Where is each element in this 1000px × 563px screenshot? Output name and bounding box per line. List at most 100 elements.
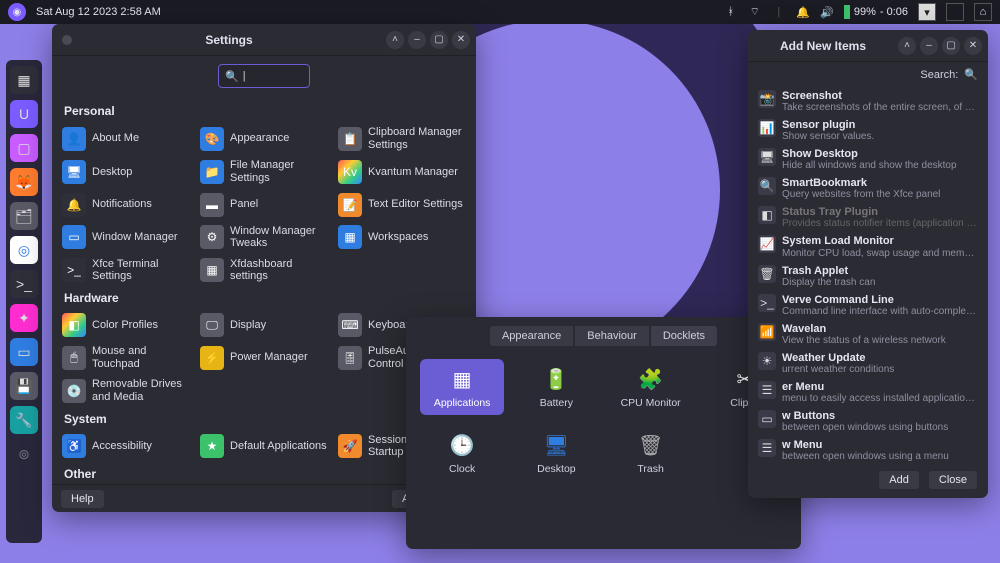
- settings-item[interactable]: 🖵Display: [200, 311, 328, 339]
- dock-trash-icon[interactable]: ⊚: [10, 440, 38, 468]
- settings-item[interactable]: 📋Clipboard Manager Settings: [338, 124, 466, 153]
- docklet-clock[interactable]: 🕒Clock: [420, 425, 504, 481]
- panel-plugin-item[interactable]: ☰er Menumenu to easily access installed …: [754, 378, 984, 407]
- panel-plugin-item[interactable]: ◧Status Tray PluginProvides status notif…: [754, 203, 984, 232]
- plugin-icon: >_: [758, 294, 776, 312]
- workspaces-icon: ▦: [338, 225, 362, 249]
- docklet-applications[interactable]: ▦Applications: [420, 359, 504, 415]
- settings-item[interactable]: ⚡Power Manager: [200, 343, 328, 372]
- dock-settings-icon[interactable]: 🔧: [10, 406, 38, 434]
- settings-item[interactable]: 📝Text Editor Settings: [338, 191, 466, 219]
- search-icon[interactable]: 🔍: [964, 68, 978, 81]
- panel-plugin-item[interactable]: >_Verve Command LineCommand line interfa…: [754, 291, 984, 320]
- docklet-label: Clock: [449, 463, 475, 475]
- tab-behaviour[interactable]: Behaviour: [574, 325, 650, 347]
- close-button[interactable]: ✕: [964, 37, 982, 55]
- dock-workspaces-icon[interactable]: ▦: [10, 66, 38, 94]
- volume-icon[interactable]: 🔊: [820, 5, 834, 19]
- settings-item-label: Clipboard Manager Settings: [368, 126, 466, 151]
- panel-plugin-item[interactable]: 📈System Load MonitorMonitor CPU load, sw…: [754, 232, 984, 261]
- settings-titlebar[interactable]: Settings ˄ – ▢ ✕: [52, 24, 476, 56]
- dock-app-icon-3[interactable]: ✦: [10, 304, 38, 332]
- xfce-terminal-settings-icon: >_: [62, 258, 86, 282]
- panel-plugin-item[interactable]: 🗑Trash AppletDisplay the trash can: [754, 262, 984, 291]
- docklet-label: Trash: [637, 463, 663, 475]
- rollup-button[interactable]: ˄: [898, 37, 916, 55]
- settings-item[interactable]: ♿Accessibility: [62, 432, 190, 461]
- dock-app-icon-4[interactable]: ▭: [10, 338, 38, 366]
- settings-item[interactable]: 🎨Appearance: [200, 124, 328, 153]
- start-menu-icon[interactable]: ◉: [8, 3, 26, 21]
- notification-bell-icon[interactable]: 🔔: [796, 5, 810, 19]
- workspace-switcher-box[interactable]: ▾: [918, 3, 936, 21]
- about-me-icon: 👤: [62, 127, 86, 151]
- maximize-button[interactable]: ▢: [430, 31, 448, 49]
- battery-indicator[interactable]: 99% - 0:06: [844, 5, 908, 19]
- settings-item-label: Mouse and Touchpad: [92, 345, 190, 370]
- settings-item[interactable]: 🖥Desktop: [62, 157, 190, 186]
- dock-files-icon[interactable]: 🗂: [10, 202, 38, 230]
- plugin-title: Screenshot: [782, 90, 977, 102]
- settings-item[interactable]: ⚙Window Manager Tweaks: [200, 223, 328, 252]
- window-menu-icon[interactable]: [62, 35, 72, 45]
- workspace-box-2[interactable]: [946, 3, 964, 21]
- tab-docklets[interactable]: Docklets: [650, 325, 718, 347]
- docklet-battery[interactable]: 🔋Battery: [514, 359, 598, 415]
- dock-firefox-icon[interactable]: 🦊: [10, 168, 38, 196]
- dock-app-icon-2[interactable]: ◎: [10, 236, 38, 264]
- plugin-description: Query websites from the Xfce panel: [782, 189, 940, 200]
- window-manager-icon: ▭: [62, 225, 86, 249]
- panel-plugin-item[interactable]: 📸ScreenshotTake screenshots of the entir…: [754, 87, 984, 116]
- battery-percent: 99%: [854, 6, 876, 18]
- dock-drive-icon[interactable]: 💾: [10, 372, 38, 400]
- settings-item[interactable]: ▦Xfdashboard settings: [200, 256, 328, 285]
- panel-plugin-item[interactable]: 📶WavelanView the status of a wireless ne…: [754, 320, 984, 349]
- minimize-button[interactable]: –: [408, 31, 426, 49]
- settings-item[interactable]: 📁File Manager Settings: [200, 157, 328, 186]
- docklet-cpu-monitor[interactable]: 🧩CPU Monitor: [609, 359, 693, 415]
- docklets-window: ✕ Appearance Behaviour Docklets ▦Applica…: [406, 317, 801, 549]
- settings-item[interactable]: 🔔Notifications: [62, 191, 190, 219]
- settings-item[interactable]: 💿Removable Drives and Media: [62, 376, 190, 405]
- bluetooth-icon[interactable]: ᚼ: [724, 5, 738, 19]
- close-button[interactable]: ✕: [452, 31, 470, 49]
- panel-plugin-item[interactable]: ▭w Buttonsbetween open windows using but…: [754, 407, 984, 436]
- settings-search-input[interactable]: 🔍 |: [218, 64, 310, 88]
- settings-item[interactable]: ▭Window Manager: [62, 223, 190, 252]
- settings-item[interactable]: 🖱Mouse and Touchpad: [62, 343, 190, 372]
- plugin-description: Take screenshots of the entire screen, o…: [782, 102, 977, 113]
- settings-item-label: Kvantum Manager: [368, 166, 458, 179]
- help-button[interactable]: Help: [60, 489, 105, 509]
- close-dialog-button[interactable]: Close: [928, 470, 978, 490]
- settings-item[interactable]: ▦Workspaces: [338, 223, 466, 252]
- rollup-button[interactable]: ˄: [386, 31, 404, 49]
- docklet-desktop[interactable]: 🖥Desktop: [514, 425, 598, 481]
- plugin-title: w Menu: [782, 439, 949, 451]
- dock-app-icon-1[interactable]: ▢: [10, 134, 38, 162]
- applications-icon: ▦: [448, 365, 476, 393]
- settings-item[interactable]: >_Xfce Terminal Settings: [62, 256, 190, 285]
- settings-item[interactable]: KvKvantum Manager: [338, 157, 466, 186]
- panel-plugin-item[interactable]: 🔍SmartBookmarkQuery websites from the Xf…: [754, 174, 984, 203]
- tab-appearance[interactable]: Appearance: [489, 325, 574, 347]
- add-button[interactable]: Add: [878, 470, 920, 490]
- settings-item[interactable]: ◧Color Profiles: [62, 311, 190, 339]
- appearance-icon: 🎨: [200, 127, 224, 151]
- plugin-description: Command line interface with auto-complet…: [782, 306, 977, 317]
- panel-plugin-item[interactable]: 📊Sensor pluginShow sensor values.: [754, 116, 984, 145]
- dock-ubuntu-icon[interactable]: U: [10, 100, 38, 128]
- maximize-button[interactable]: ▢: [942, 37, 960, 55]
- settings-item-label: File Manager Settings: [230, 159, 328, 184]
- settings-item[interactable]: ★Default Applications: [200, 432, 328, 461]
- settings-item[interactable]: 👤About Me: [62, 124, 190, 153]
- settings-item[interactable]: ▬Panel: [200, 191, 328, 219]
- home-button[interactable]: ⌂: [974, 3, 992, 21]
- wifi-icon[interactable]: ⌔: [748, 5, 762, 19]
- dock-terminal-icon[interactable]: >_: [10, 270, 38, 298]
- panel-plugin-item[interactable]: 🖥Show DesktopHide all windows and show t…: [754, 145, 984, 174]
- panel-plugin-item[interactable]: ☀Weather Updateurrent weather conditions: [754, 349, 984, 378]
- docklet-trash[interactable]: 🗑Trash: [609, 425, 693, 481]
- plugin-title: er Menu: [782, 381, 975, 393]
- panel-plugin-item[interactable]: ☰w Menubetween open windows using a menu: [754, 436, 984, 462]
- minimize-button[interactable]: –: [920, 37, 938, 55]
